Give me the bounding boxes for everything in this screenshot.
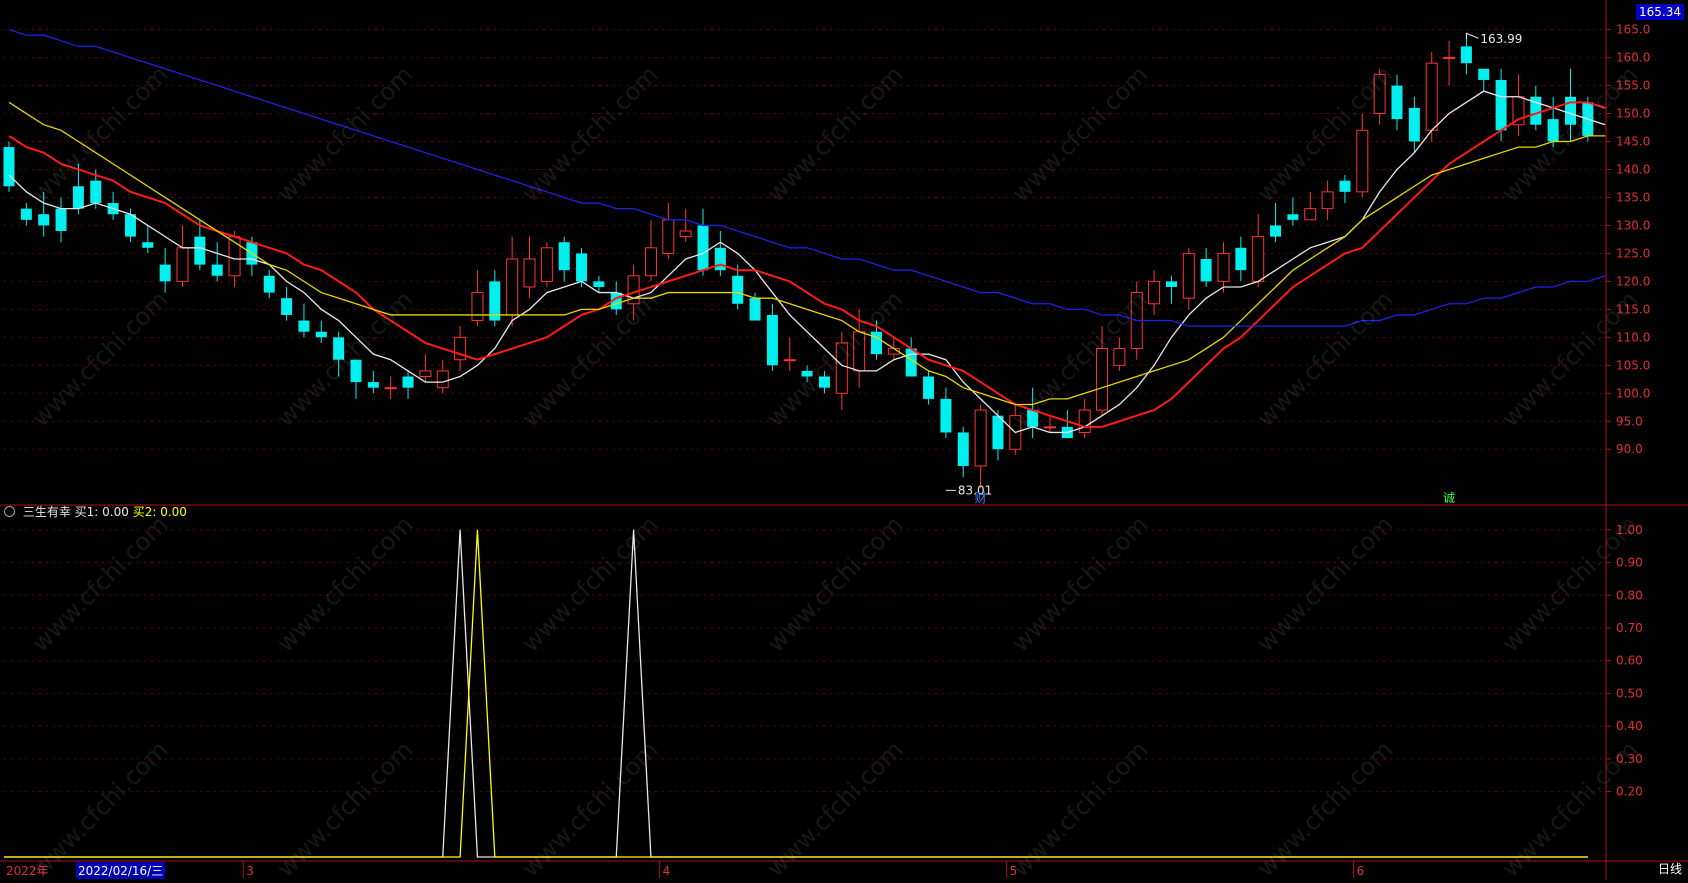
- candle-body-up: [974, 409, 987, 467]
- candle-body-down: [38, 214, 50, 226]
- indicator-toggle-icon[interactable]: [4, 506, 15, 517]
- candle-body-down: [992, 415, 1004, 450]
- price-tick-label: 110.0: [1616, 330, 1650, 344]
- candle-body-down: [367, 382, 379, 388]
- indicator-tick-label: 0.20: [1616, 785, 1643, 799]
- candle-body-down: [1495, 79, 1507, 131]
- candle-body-down: [940, 398, 952, 433]
- candle-body-down: [1478, 68, 1490, 80]
- candle-body-down: [315, 331, 327, 338]
- price-tick-label: 125.0: [1616, 246, 1650, 260]
- candle-body-up: [523, 258, 536, 288]
- cursor-date: 2022/02/16/三: [76, 862, 166, 879]
- candle-body-up: [1304, 208, 1317, 221]
- price-tick-label: 140.0: [1616, 162, 1650, 176]
- candle-body-down: [957, 432, 969, 467]
- indicator-tick-label: 0.50: [1616, 686, 1643, 700]
- price-tick-label: 130.0: [1616, 218, 1650, 232]
- candle-body-down: [1339, 180, 1351, 192]
- candle-body-down: [697, 225, 709, 271]
- candle-body-down: [923, 376, 935, 399]
- candle-body-up: [1443, 57, 1456, 60]
- candle-body-down: [1235, 247, 1247, 271]
- candle-body-up: [1113, 348, 1126, 366]
- indicator-tick-label: 0.60: [1616, 654, 1643, 668]
- candle-body-up: [1321, 191, 1334, 210]
- candle-body-up: [662, 219, 675, 254]
- indicator-buy1: 买1: 0.00: [74, 505, 129, 519]
- candle-body-down: [142, 242, 154, 248]
- candle-body-down: [732, 275, 744, 304]
- candle-body-down: [402, 376, 414, 388]
- candle-body-down: [211, 264, 223, 276]
- high-pointer: [1465, 32, 1479, 40]
- indicator-tick-label: 0.70: [1616, 621, 1643, 635]
- candle-body-down: [263, 275, 275, 293]
- indicator-tick-label: 0.90: [1616, 556, 1643, 570]
- event-marker: 诚: [1443, 491, 1455, 505]
- indicator-tick-label: 0.80: [1616, 588, 1643, 602]
- candle-body-up: [384, 387, 397, 390]
- candle-body-down: [1165, 281, 1177, 287]
- candle-body-down: [124, 214, 136, 237]
- candle-body-down: [3, 147, 15, 187]
- price-tick-label: 145.0: [1616, 135, 1650, 149]
- month-label-4: 4: [663, 864, 671, 878]
- price-tick-label: 95.0: [1616, 414, 1643, 428]
- candle-body-up: [783, 359, 796, 362]
- candle-body-down: [20, 208, 32, 220]
- candle-body-up: [419, 370, 432, 377]
- candle-body-up: [1044, 426, 1056, 429]
- price-tick-label: 100.0: [1616, 386, 1650, 400]
- candle-body-down: [194, 236, 206, 265]
- last-price-flag: 165.34: [1636, 4, 1684, 20]
- candle-body-up: [1356, 129, 1369, 193]
- candle-body-up: [1425, 62, 1438, 131]
- candle-body-up: [1148, 280, 1161, 305]
- candle-body-up: [1182, 252, 1195, 299]
- candle-body-down: [159, 264, 171, 282]
- candle-body-up: [1252, 236, 1265, 282]
- candle-body-up: [506, 258, 519, 316]
- candle-body-up: [540, 247, 553, 282]
- candle-body-down: [593, 281, 605, 287]
- candle-body-down: [90, 180, 102, 204]
- indicator-name: 三生有幸: [22, 505, 71, 519]
- candle-body-down: [576, 253, 588, 282]
- high-label: 163.99: [1480, 32, 1522, 46]
- candle-body-down: [281, 298, 293, 315]
- candle-body-down: [1460, 46, 1472, 64]
- candle-body-down: [558, 242, 570, 271]
- candle-body-up: [644, 247, 657, 277]
- candle-body-down: [55, 208, 67, 232]
- candle-body-up: [471, 292, 484, 322]
- indicator-tick-label: 0.40: [1616, 719, 1643, 733]
- candle-body-down: [766, 314, 778, 366]
- price-tick-label: 105.0: [1616, 358, 1650, 372]
- candle-body-down: [1391, 85, 1403, 120]
- candle-body-up: [679, 230, 692, 238]
- price-tick-label: 135.0: [1616, 190, 1650, 204]
- period-label[interactable]: 日线: [1658, 860, 1682, 877]
- price-tick-label: 90.0: [1616, 442, 1643, 456]
- candle-body-up: [176, 247, 189, 282]
- month-label-3: 3: [246, 864, 254, 878]
- candle-body-down: [1200, 259, 1212, 282]
- candle-body-down: [1408, 107, 1420, 142]
- candle-body-down: [1270, 225, 1282, 237]
- candle-body-up: [1078, 409, 1091, 433]
- candle-body-down: [72, 186, 84, 209]
- candle-body-up: [1217, 252, 1230, 282]
- event-marker: 财: [975, 491, 987, 505]
- month-label-6: 6: [1357, 864, 1365, 878]
- candle-body-down: [1287, 214, 1299, 220]
- price-tick-label: 165.0: [1616, 23, 1650, 37]
- price-tick-label: 150.0: [1616, 107, 1650, 121]
- candle-body-up: [436, 370, 449, 389]
- candle-body-down: [749, 298, 761, 321]
- candle-body-down: [298, 320, 310, 332]
